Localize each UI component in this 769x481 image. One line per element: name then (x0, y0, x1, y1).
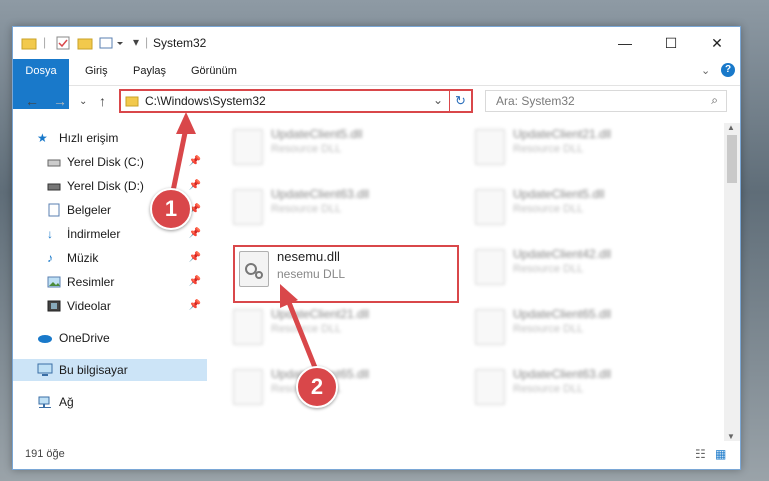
annotation-arrows (169, 112, 319, 371)
callout-step-2: 2 (296, 366, 338, 408)
callout-step-1: 1 (150, 188, 192, 230)
